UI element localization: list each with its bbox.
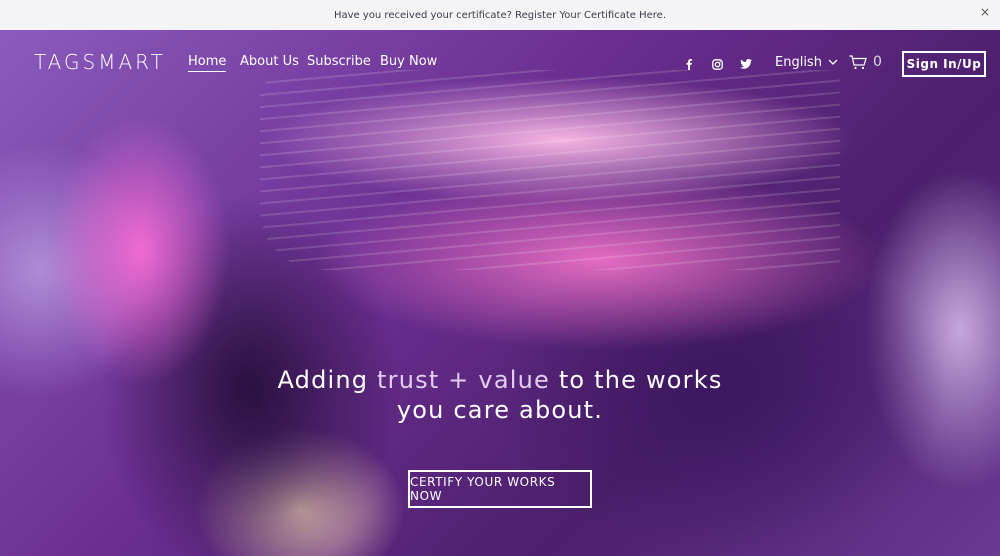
headline-line2: you care about. (396, 396, 604, 424)
cart-icon (849, 54, 867, 69)
language-selector[interactable]: English (775, 55, 838, 70)
hero-headline: Adding trust + value to the works you ca… (0, 365, 1000, 425)
paint-stroke-texture (260, 70, 840, 270)
nav-subscribe[interactable]: Subscribe (307, 54, 371, 69)
nav-home[interactable]: Home (188, 54, 227, 72)
announcement-link[interactable]: Have you received your certificate? Regi… (334, 10, 666, 21)
nav-buy-now[interactable]: Buy Now (380, 54, 437, 69)
headline-part1: Adding (277, 366, 378, 394)
twitter-icon[interactable] (739, 57, 753, 71)
site-logo[interactable]: TAGSMART (34, 50, 166, 74)
facebook-icon[interactable] (682, 57, 696, 71)
sign-in-button[interactable]: Sign In/Up (902, 51, 986, 77)
announcement-bar: Have you received your certificate? Regi… (0, 0, 1000, 30)
language-label: English (775, 55, 822, 70)
nav-about-us[interactable]: About Us (240, 54, 299, 69)
cart-button[interactable]: 0 (849, 54, 882, 70)
chevron-down-icon (828, 59, 838, 65)
instagram-icon[interactable] (710, 57, 724, 71)
headline-highlight: trust + value (377, 366, 550, 394)
close-icon[interactable]: × (979, 6, 991, 18)
headline-part2: to the works (549, 366, 723, 394)
certify-works-button[interactable]: CERTIFY YOUR WORKS NOW (408, 470, 592, 508)
site-header: TAGSMART Home About Us Subscribe Buy Now… (0, 30, 1000, 98)
cart-count: 0 (873, 54, 882, 70)
